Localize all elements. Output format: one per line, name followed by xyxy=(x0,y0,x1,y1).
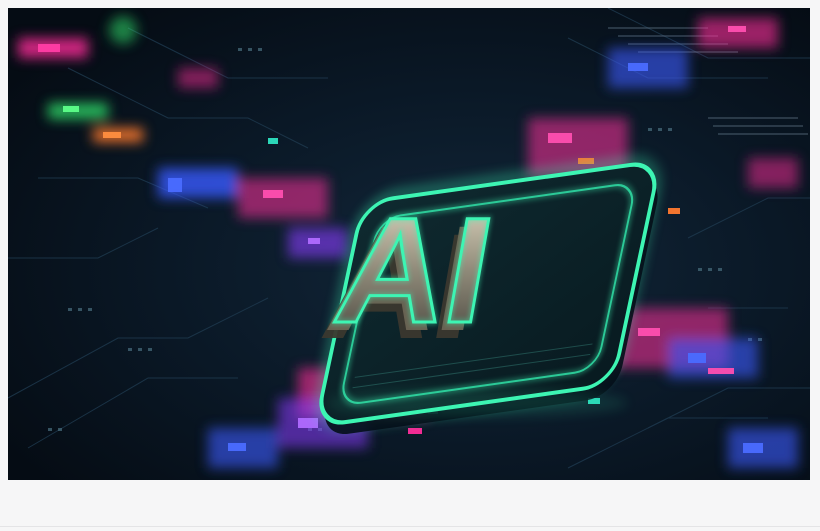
chip-reflection xyxy=(328,389,628,417)
svg-text:AI: AI xyxy=(325,187,505,355)
ai-chip-image: AI AI AI AI xyxy=(8,8,810,480)
page: AI AI AI AI xyxy=(0,0,820,531)
divider xyxy=(0,526,820,527)
circuit-board-illustration: AI AI AI AI xyxy=(8,8,810,480)
ai-letters: AI AI AI AI xyxy=(312,185,507,371)
